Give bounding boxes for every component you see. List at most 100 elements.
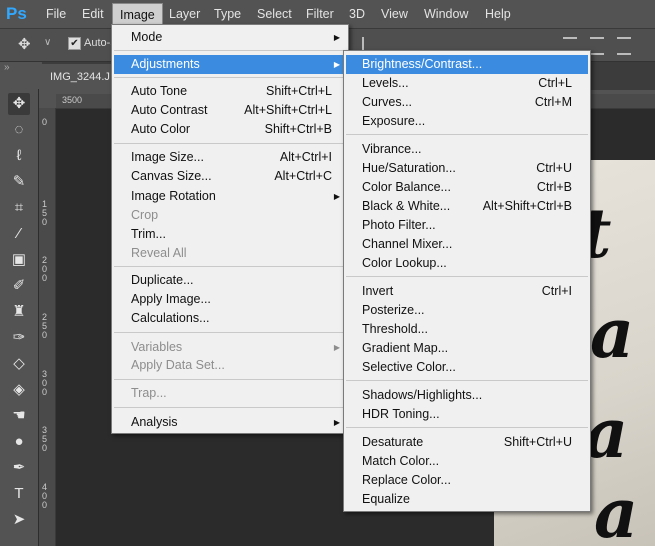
- stamp-tool-icon[interactable]: ♜: [8, 301, 30, 323]
- brush-tool-icon[interactable]: ✐: [8, 275, 30, 297]
- menu-item-label: Exposure...: [362, 114, 426, 128]
- menu-item-duplicate[interactable]: Duplicate...: [114, 271, 346, 290]
- menu-item-vibrance[interactable]: Vibrance...: [346, 140, 588, 159]
- menu-item-canvas-size[interactable]: Canvas Size... Alt+Ctrl+C: [114, 167, 346, 186]
- menu-item-color-balance[interactable]: Color Balance... Ctrl+B: [346, 178, 588, 197]
- menu-item-auto-tone[interactable]: Auto Tone Shift+Ctrl+L: [114, 82, 346, 101]
- quick-select-tool-icon[interactable]: ✎: [8, 171, 30, 193]
- menu-edit[interactable]: Edit: [75, 0, 111, 28]
- move-tool-icon[interactable]: ✥: [8, 93, 30, 115]
- marquee-tool-icon[interactable]: ◌: [8, 119, 30, 141]
- menu-file[interactable]: File: [39, 0, 73, 28]
- menu-item-label: HDR Toning...: [362, 407, 440, 421]
- document-tab[interactable]: IMG_3244.J: [42, 64, 112, 90]
- eraser-tool-icon[interactable]: ◇: [8, 353, 30, 375]
- panel-collapse-icon[interactable]: »: [4, 62, 10, 73]
- eyedropper-tool-icon[interactable]: ⁄: [8, 223, 30, 245]
- menu-item-label: Curves...: [362, 95, 413, 109]
- align-edge-icon[interactable]: [362, 37, 372, 51]
- menu-item-curves[interactable]: Curves... Ctrl+M: [346, 93, 588, 112]
- menu-item-crop[interactable]: Crop: [114, 206, 346, 225]
- menu-item-color-lookup[interactable]: Color Lookup...: [346, 254, 588, 273]
- menu-item-label: Photo Filter...: [362, 218, 436, 232]
- menu-item-equalize[interactable]: Equalize: [346, 490, 588, 509]
- menu-item-apply-data-set[interactable]: Apply Data Set...: [114, 356, 346, 375]
- align-bottom-icon[interactable]: [617, 37, 631, 55]
- menu-item-label: Hue/Saturation...: [362, 161, 456, 175]
- menu-item-levels[interactable]: Levels... Ctrl+L: [346, 74, 588, 93]
- menu-item-adjustments[interactable]: Adjustments ▶: [114, 55, 346, 74]
- menu-item-reveal-all[interactable]: Reveal All: [114, 244, 346, 263]
- menu-item-selective-color[interactable]: Selective Color...: [346, 358, 588, 377]
- menu-item-shadows-highlights[interactable]: Shadows/Highlights...: [346, 386, 588, 405]
- menu-item-brightness-contrast[interactable]: Brightness/Contrast...: [346, 55, 588, 74]
- menu-item-label: Gradient Map...: [362, 341, 449, 355]
- menu-item-label: Vibrance...: [362, 142, 422, 156]
- menu-separator: [114, 407, 346, 408]
- menu-item-label: Shadows/Highlights...: [362, 388, 483, 402]
- adjustments-submenu: Brightness/Contrast... Levels... Ctrl+L …: [343, 50, 591, 512]
- menu-item-analysis[interactable]: Analysis ▶: [114, 413, 346, 432]
- auto-select-checkbox[interactable]: ✔: [68, 37, 81, 50]
- menu-item-shortcut: Shift+Ctrl+L: [265, 84, 332, 98]
- menu-item-label: Threshold...: [362, 322, 429, 336]
- menu-item-gradient-map[interactable]: Gradient Map...: [346, 339, 588, 358]
- menu-item-posterize[interactable]: Posterize...: [346, 301, 588, 320]
- align-middle-icon[interactable]: [590, 37, 604, 55]
- vertical-ruler: 0 1 5 0 2 0 0 2 5 0 3 0 0 3 5 0 4 0 0: [39, 108, 56, 546]
- menu-item-label: Channel Mixer...: [362, 237, 453, 251]
- menu-item-black-white[interactable]: Black & White... Alt+Shift+Ctrl+B: [346, 197, 588, 216]
- ruler-label: 0: [42, 330, 48, 340]
- menu-separator: [114, 143, 346, 144]
- chevron-down-icon[interactable]: ∨: [44, 37, 51, 48]
- menu-item-label: Auto Tone: [131, 84, 188, 98]
- type-tool-icon[interactable]: T: [8, 483, 30, 505]
- menu-item-mode[interactable]: Mode ▶: [114, 28, 346, 47]
- menu-item-image-size[interactable]: Image Size... Alt+Ctrl+I: [114, 148, 346, 167]
- submenu-arrow-icon: ▶: [333, 33, 340, 42]
- ruler-label: 0: [42, 500, 48, 510]
- menu-item-replace-color[interactable]: Replace Color...: [346, 471, 588, 490]
- menu-item-desaturate[interactable]: Desaturate Shift+Ctrl+U: [346, 433, 588, 452]
- menu-item-label: Apply Data Set...: [131, 358, 225, 372]
- paint-bucket-tool-icon[interactable]: ◈: [8, 379, 30, 401]
- menu-separator: [114, 50, 346, 51]
- lasso-tool-icon[interactable]: ℓ: [8, 145, 30, 167]
- menu-item-channel-mixer[interactable]: Channel Mixer...: [346, 235, 588, 254]
- menu-item-image-rotation[interactable]: Image Rotation ▶: [114, 187, 346, 206]
- menu-item-apply-image[interactable]: Apply Image...: [114, 290, 346, 309]
- crop-tool-icon[interactable]: ⌗: [8, 197, 30, 219]
- menu-item-hdr-toning[interactable]: HDR Toning...: [346, 405, 588, 424]
- move-icon[interactable]: ✥: [18, 35, 31, 53]
- history-brush-tool-icon[interactable]: ✑: [8, 327, 30, 349]
- menu-help[interactable]: Help: [478, 0, 518, 28]
- menu-item-photo-filter[interactable]: Photo Filter...: [346, 216, 588, 235]
- menu-item-label: Apply Image...: [131, 292, 211, 306]
- image-ink-stroke: a: [594, 474, 639, 546]
- menu-item-hue-saturation[interactable]: Hue/Saturation... Ctrl+U: [346, 159, 588, 178]
- path-select-tool-icon[interactable]: ➤: [8, 509, 30, 531]
- menu-item-shortcut: Ctrl+L: [538, 76, 572, 90]
- menu-item-trap[interactable]: Trap...: [114, 384, 346, 403]
- menu-item-label: Crop: [131, 208, 159, 222]
- smudge-tool-icon[interactable]: ☚: [8, 405, 30, 427]
- pen-tool-icon[interactable]: ✒: [8, 457, 30, 479]
- menu-window[interactable]: Window: [417, 0, 475, 28]
- healing-tool-icon[interactable]: ▣: [8, 249, 30, 271]
- menu-item-shortcut: Ctrl+I: [541, 284, 572, 298]
- menu-separator: [346, 380, 588, 381]
- menu-item-threshold[interactable]: Threshold...: [346, 320, 588, 339]
- menu-view[interactable]: View: [374, 0, 415, 28]
- menu-item-exposure[interactable]: Exposure...: [346, 112, 588, 131]
- menu-item-label: Posterize...: [362, 303, 425, 317]
- menu-item-match-color[interactable]: Match Color...: [346, 452, 588, 471]
- menu-item-invert[interactable]: Invert Ctrl+I: [346, 282, 588, 301]
- menu-item-shortcut: Alt+Ctrl+C: [274, 169, 332, 183]
- dodge-tool-icon[interactable]: ●: [8, 431, 30, 453]
- menu-item-variables[interactable]: Variables ▶: [114, 338, 346, 357]
- menu-item-auto-contrast[interactable]: Auto Contrast Alt+Shift+Ctrl+L: [114, 101, 346, 120]
- submenu-arrow-icon: ▶: [333, 418, 340, 427]
- menu-item-calculations[interactable]: Calculations...: [114, 309, 346, 328]
- menu-item-trim[interactable]: Trim...: [114, 225, 346, 244]
- menu-item-auto-color[interactable]: Auto Color Shift+Ctrl+B: [114, 120, 346, 139]
